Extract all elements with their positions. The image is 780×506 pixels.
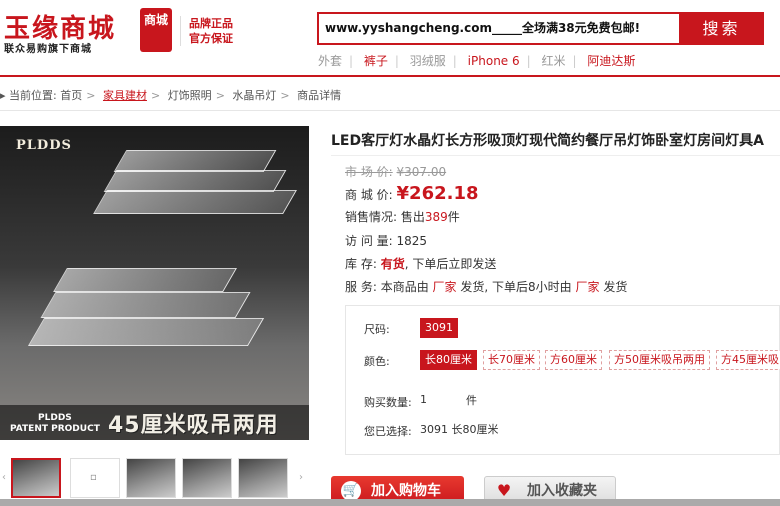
thumbnail-2[interactable]: ▫ — [70, 458, 120, 498]
sales-suffix: 件 — [447, 210, 460, 224]
sales-prefix: 售出 — [400, 210, 425, 224]
lamp-tier-shape — [53, 268, 237, 292]
visits-row: 访 问 量: 1825 — [345, 232, 427, 249]
broken-image-icon: ▫ — [90, 472, 97, 483]
service-vendor-1: 厂家 — [432, 280, 457, 294]
header-divider — [0, 75, 780, 77]
visits-count: 1825 — [396, 234, 428, 248]
thumbnail-1[interactable] — [11, 458, 61, 498]
brand-tag-line1: 品牌正品 — [189, 17, 233, 30]
hot-link-down-jacket[interactable]: 羽绒服 — [410, 54, 446, 68]
image-banner-caption: 45厘米吸吊两用 — [108, 413, 279, 438]
stock-label: 库 存: — [345, 257, 377, 271]
lamp-tier-shape — [40, 292, 251, 318]
sales-label: 销售情况: — [345, 210, 398, 224]
cart-icon: 🛒 — [341, 481, 361, 501]
service-text-1: 本商品由 — [380, 280, 429, 294]
lamp-tier-shape — [103, 170, 287, 192]
breadcrumb-prefix: 当前位置: — [9, 89, 57, 102]
thumbnail-4[interactable] — [182, 458, 232, 498]
breadcrumb-divider — [0, 110, 780, 111]
brand-tag-line2: 官方保证 — [189, 32, 233, 45]
size-option-3091[interactable]: 3091 — [420, 318, 458, 338]
service-row: 服 务: 本商品由 厂家 发货, 下单后8小时由 厂家 发货 — [345, 278, 627, 295]
color-option-square-60cm[interactable]: 方60厘米 — [545, 350, 602, 370]
sales-row: 销售情况: 售出389件 — [345, 208, 460, 225]
location-icon: ▸ — [0, 89, 6, 102]
image-banner-brand: PLDDS PATENT PRODUCT — [10, 413, 100, 435]
breadcrumb-furniture[interactable]: 家具建材 — [103, 89, 147, 102]
horizontal-scrollbar[interactable] — [0, 499, 780, 506]
selected-label: 您已选择: — [364, 425, 412, 438]
logo-seal-icon: 商城 — [140, 8, 172, 52]
market-price: ¥307.00 — [396, 165, 447, 179]
service-vendor-2: 厂家 — [575, 280, 600, 294]
logo-seal-text: 商城 — [143, 13, 168, 27]
banner-brand-line1: PLDDS — [38, 413, 72, 423]
heart-icon: ♥ — [496, 481, 512, 500]
thumbnail-5[interactable] — [238, 458, 288, 498]
banner-brand-line2: PATENT PRODUCT — [10, 424, 100, 434]
search-input[interactable]: www.yyshangcheng.com_____全场满38元免费包邮! — [317, 12, 679, 45]
lamp-tier-shape — [93, 190, 297, 214]
service-label: 服 务: — [345, 280, 377, 294]
hot-link-coat[interactable]: 外套 — [318, 54, 342, 68]
logo-subtitle: 联众易购旗下商城 — [4, 44, 92, 55]
color-label: 颜色: — [364, 355, 390, 368]
hot-link-iphone6[interactable]: iPhone 6 — [468, 54, 520, 68]
lamp-tier-shape — [113, 150, 277, 172]
mall-price-label: 商 城 价: — [345, 188, 393, 202]
breadcrumb-home[interactable]: 首页 — [60, 89, 82, 102]
thumb-prev-arrow-icon[interactable]: ‹ — [0, 458, 8, 498]
service-text-3: 发货 — [603, 280, 628, 294]
market-price-row: 市 场 价: ¥307.00 — [345, 163, 446, 180]
hot-link-pants[interactable]: 裤子 — [364, 54, 388, 68]
quantity-label: 购买数量: — [364, 396, 412, 409]
product-title: LED客厅灯水晶灯长方形吸顶灯现代简约餐厅吊灯饰卧室灯房间灯具A — [331, 133, 764, 149]
thumb-next-arrow-icon[interactable]: › — [297, 458, 305, 498]
service-text-2: 发货, 下单后8小时由 — [460, 280, 572, 294]
size-label: 尺码: — [364, 323, 390, 336]
stock-row: 库 存: 有货, 下单后立即发送 — [345, 255, 496, 272]
market-price-label: 市 场 价: — [345, 165, 393, 179]
title-divider — [331, 155, 780, 156]
stock-status: 有货 — [380, 257, 405, 271]
quantity-input[interactable]: 1 — [420, 391, 458, 409]
breadcrumb-lighting[interactable]: 灯饰照明 — [168, 89, 212, 102]
hot-link-redmi[interactable]: 红米 — [542, 54, 566, 68]
color-option-80cm[interactable]: 长80厘米 — [420, 350, 477, 370]
hot-search-links: 外套 | 裤子 | 羽绒服 | iPhone 6 | 红米 | 阿迪达斯 — [318, 54, 636, 68]
selected-value: 3091 长80厘米 — [420, 423, 499, 436]
thumbnail-3[interactable] — [126, 458, 176, 498]
stock-note: , 下单后立即发送 — [404, 257, 497, 271]
color-option-70cm[interactable]: 长70厘米 — [483, 350, 540, 370]
image-brand-logo: PLDDS — [16, 138, 72, 153]
quantity-unit: 件 — [466, 394, 477, 407]
hot-link-adidas[interactable]: 阿迪达斯 — [587, 54, 635, 68]
visits-label: 访 问 量: — [345, 234, 393, 248]
mall-price: ¥262.18 — [396, 183, 479, 204]
breadcrumb-current: 商品详情 — [297, 89, 342, 102]
mall-price-row: 商 城 价: ¥262.18 — [345, 183, 479, 204]
color-option-square-45cm[interactable]: 方45厘米吸吊两用 — [716, 350, 780, 370]
page: 玉缘商城 联众易购旗下商城 商城 品牌正品 官方保证 www.yyshangch… — [0, 0, 780, 506]
color-option-square-50cm[interactable]: 方50厘米吸吊两用 — [609, 350, 710, 370]
search-button[interactable]: 搜索 — [679, 12, 764, 45]
sales-count: 389 — [424, 210, 448, 224]
breadcrumb: ▸ 当前位置: 首页 > 家具建材 > 灯饰照明 > 水晶吊灯 > 商品详情 — [0, 89, 342, 102]
brand-guarantee: 品牌正品 官方保证 — [180, 16, 233, 46]
breadcrumb-crystal-lamp[interactable]: 水晶吊灯 — [232, 89, 276, 102]
lamp-tier-shape — [27, 318, 265, 346]
